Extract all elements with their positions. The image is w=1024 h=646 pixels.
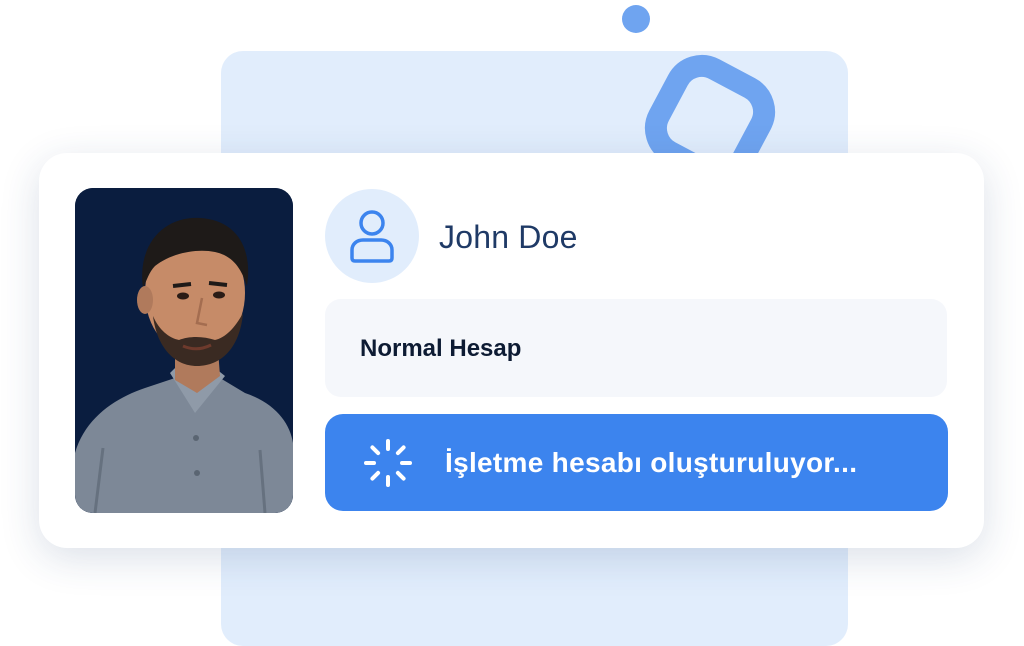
user-photo — [75, 188, 293, 513]
account-type-label: Normal Hesap — [360, 335, 522, 362]
portrait-illustration — [75, 188, 293, 513]
create-business-account-label: İşletme hesabı oluşturuluyor... — [445, 447, 858, 478]
illustration-stage: John Doe Normal Hesap İşletme hesabı olu… — [0, 0, 1024, 646]
avatar-circle — [325, 189, 419, 283]
decorative-dot — [622, 5, 650, 33]
create-business-account-button[interactable]: İşletme hesabı oluşturuluyor... — [325, 414, 948, 511]
user-name: John Doe — [439, 219, 578, 255]
spinner-icon — [364, 439, 412, 487]
profile-card: John Doe Normal Hesap İşletme hesabı olu… — [39, 153, 984, 548]
account-type-box: Normal Hesap — [325, 299, 947, 397]
user-icon — [350, 210, 394, 263]
